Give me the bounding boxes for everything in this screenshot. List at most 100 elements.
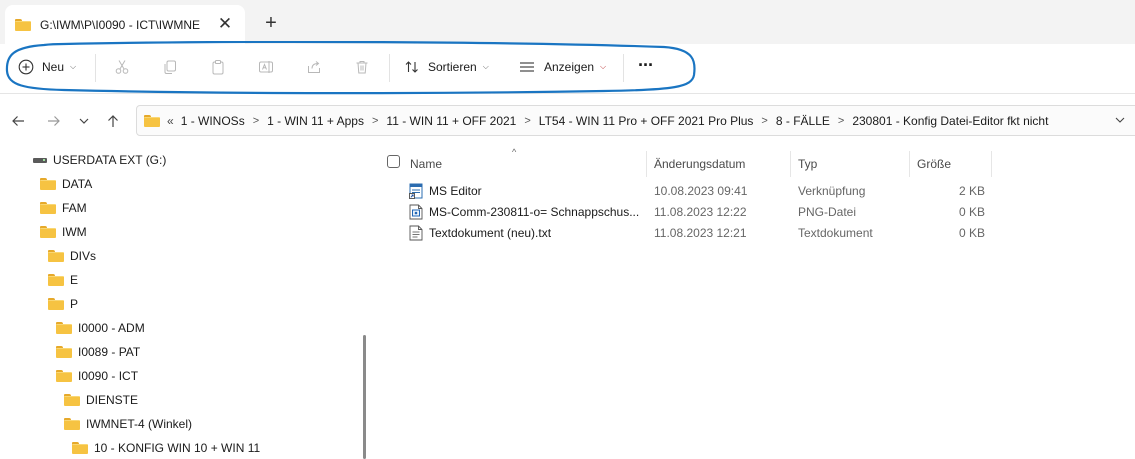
tree-item[interactable]: I0090 - ICT: [56, 365, 138, 387]
share-icon: [308, 61, 320, 73]
column-header-size[interactable]: Größe: [917, 151, 951, 177]
chevron-down-icon[interactable]: [1114, 114, 1126, 129]
chevron-right-icon[interactable]: >: [253, 115, 259, 127]
tree-item[interactable]: I0000 - ADM: [56, 317, 145, 339]
breadcrumb-item[interactable]: 1 - WINOSs: [181, 114, 245, 128]
breadcrumb-item[interactable]: 11 - WIN 11 + OFF 2021: [386, 114, 516, 128]
column-header-type[interactable]: Typ: [798, 151, 817, 177]
breadcrumb-item[interactable]: 1 - WIN 11 + Apps: [267, 114, 364, 128]
view-button[interactable]: Anzeigen ⌵: [519, 54, 606, 80]
share-button[interactable]: [301, 54, 327, 80]
forward-button[interactable]: [42, 109, 66, 133]
file-row[interactable]: MS-Comm-230811-o= Schnappschus... 11.08.…: [375, 201, 1135, 222]
file-name: MS Editor: [429, 183, 482, 198]
tree-item-label: IWMNET-4 (Winkel): [86, 417, 192, 431]
tree-item[interactable]: DIENSTE: [64, 389, 138, 411]
tree-item[interactable]: P: [48, 293, 78, 315]
select-all-checkbox[interactable]: [387, 155, 400, 168]
paste-button[interactable]: [205, 54, 231, 80]
new-button[interactable]: Neu ⌵: [18, 54, 76, 80]
trash-icon: [356, 61, 368, 74]
recent-locations-button[interactable]: [72, 109, 96, 133]
copy-icon: [164, 60, 176, 74]
tree-item-label: IWM: [62, 225, 87, 239]
tree-item-label: E: [70, 273, 79, 287]
column-header-date[interactable]: Änderungsdatum: [654, 151, 745, 177]
column-divider[interactable]: [790, 151, 791, 177]
folder-icon: [40, 178, 56, 190]
cut-button[interactable]: [109, 54, 135, 80]
toolbar-divider: [389, 54, 390, 82]
close-tab-button[interactable]: ✕: [214, 13, 236, 35]
file-date: 11.08.2023 12:21: [654, 225, 747, 240]
tab-strip: G:\IWM\P\I0090 - ICT\IWMNE ✕ +: [0, 0, 1135, 44]
nav-pane-scrollbar[interactable]: [363, 335, 366, 459]
chevron-right-icon[interactable]: >: [761, 115, 767, 127]
text-file-icon: [409, 225, 423, 240]
folder-icon: [144, 114, 160, 127]
new-tab-button[interactable]: +: [258, 10, 284, 36]
cut-icon: [115, 60, 129, 74]
tree-item-label: FAM: [62, 201, 87, 215]
column-divider[interactable]: [991, 151, 992, 177]
file-name-cell: MS-Comm-230811-o= Schnappschus...: [409, 201, 639, 222]
file-size: 0 KB: [958, 204, 985, 219]
chevron-right-icon[interactable]: >: [524, 115, 530, 127]
breadcrumb-overflow-icon[interactable]: «: [167, 114, 174, 128]
file-name: MS-Comm-230811-o= Schnappschus...: [429, 204, 640, 219]
back-button[interactable]: [6, 109, 30, 133]
folder-icon: [64, 418, 80, 430]
tree-item[interactable]: I0089 - PAT: [56, 341, 140, 363]
sort-ascending-icon: ^: [512, 147, 517, 157]
file-row[interactable]: Textdokument (neu).txt 11.08.2023 12:21 …: [375, 222, 1135, 243]
breadcrumb-item[interactable]: LT54 - WIN 11 Pro + OFF 2021 Pro Plus: [539, 114, 754, 128]
tab-current-folder[interactable]: G:\IWM\P\I0090 - ICT\IWMNE ✕: [5, 5, 245, 44]
file-row[interactable]: MS Editor 10.08.2023 09:41 Verknüpfung 2…: [375, 180, 1135, 201]
tree-item[interactable]: DATA: [40, 173, 92, 195]
view-button-label: Anzeigen: [544, 60, 595, 74]
copy-button[interactable]: [157, 54, 183, 80]
folder-icon: [72, 442, 88, 454]
command-bar: Neu ⌵ Sortieren ⌵ Anzeigen ⌵ ···: [0, 44, 1135, 94]
file-type: PNG-Datei: [798, 204, 857, 219]
sort-button-label: Sortieren: [428, 60, 477, 74]
breadcrumb-item[interactable]: 8 - FÄLLE: [776, 114, 830, 128]
column-header-name[interactable]: Name: [410, 151, 442, 177]
file-type: Verknüpfung: [798, 183, 866, 198]
column-divider[interactable]: [909, 151, 910, 177]
column-divider[interactable]: [646, 151, 647, 177]
tree-item-drive[interactable]: USERDATA EXT (G:): [33, 149, 166, 171]
file-name-cell: Textdokument (neu).txt: [409, 222, 551, 243]
tree-item[interactable]: E: [48, 269, 78, 291]
rename-button[interactable]: [253, 54, 279, 80]
tree-item[interactable]: 10 - KONFIG WIN 10 + WIN 11: [72, 437, 260, 459]
rename-icon: [259, 61, 273, 73]
tree-item[interactable]: DIVs: [48, 245, 96, 267]
file-date: 10.08.2023 09:41: [654, 183, 748, 198]
sort-button[interactable]: Sortieren ⌵: [404, 54, 489, 80]
folder-icon: [48, 298, 64, 310]
folder-icon: [64, 394, 80, 406]
folder-icon: [56, 346, 72, 358]
tab-title: G:\IWM\P\I0090 - ICT\IWMNE: [40, 17, 201, 32]
arrow-right-icon: [48, 116, 60, 126]
more-options-button[interactable]: ···: [638, 52, 654, 78]
address-bar[interactable]: « 1 - WINOSs > 1 - WIN 11 + Apps > 11 - …: [136, 105, 1135, 136]
sort-icon: [405, 61, 418, 73]
tree-item-label: DIVs: [70, 249, 97, 263]
breadcrumb-item-current[interactable]: 230801 - Konfig Datei-Editor fkt nicht: [852, 114, 1048, 128]
up-button[interactable]: [101, 109, 125, 133]
new-button-label: Neu: [42, 60, 65, 74]
image-file-icon: [409, 204, 423, 219]
tree-item-label: 10 - KONFIG WIN 10 + WIN 11: [94, 441, 261, 455]
chevron-down-icon: ⌵: [600, 62, 607, 71]
arrow-up-icon: [108, 115, 118, 127]
chevron-right-icon[interactable]: >: [838, 115, 844, 127]
tree-item[interactable]: FAM: [40, 197, 87, 219]
folder-icon: [40, 202, 56, 214]
folder-icon: [56, 322, 72, 334]
delete-button[interactable]: [349, 54, 375, 80]
chevron-right-icon[interactable]: >: [372, 115, 378, 127]
tree-item[interactable]: IWM: [40, 221, 87, 243]
tree-item[interactable]: IWMNET-4 (Winkel): [64, 413, 192, 435]
